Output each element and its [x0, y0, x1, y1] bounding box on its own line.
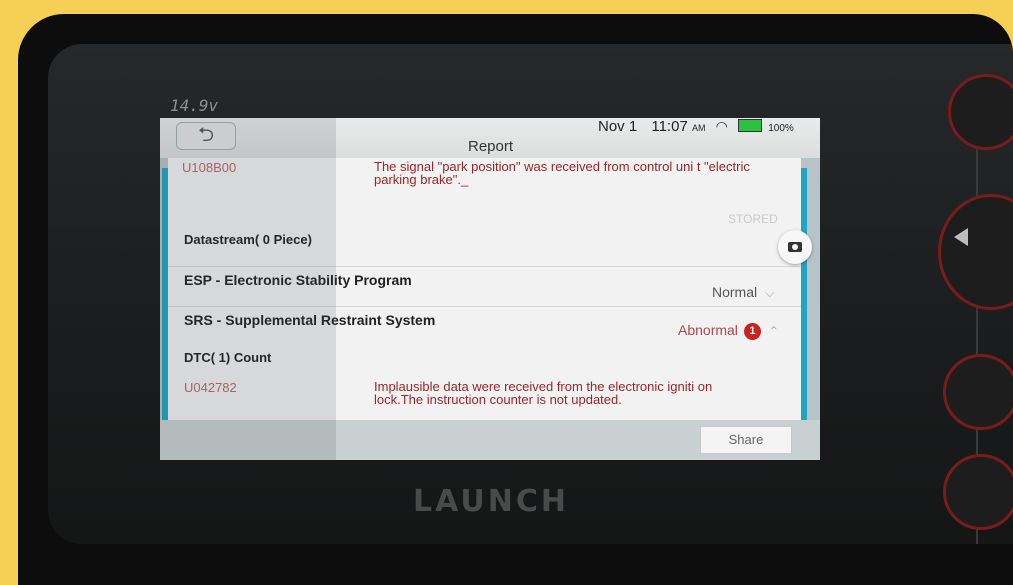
dtc-description: The signal "park position" was received …	[374, 159, 750, 187]
battery-icon	[738, 119, 763, 132]
system-name: ESP - Electronic Stability Program	[184, 272, 412, 288]
accent-bar-right	[801, 168, 807, 428]
dtc-code: U108B00	[182, 160, 237, 175]
system-status-text: Abnormal	[678, 322, 738, 338]
dtc-description: Implausible data were received from the …	[374, 379, 713, 407]
status-date: Nov 1	[598, 118, 638, 135]
battery-percent: 100%	[768, 123, 794, 134]
back-button[interactable]: ⮌	[176, 122, 236, 150]
system-status: Abnormal 1 ⌃	[678, 322, 779, 340]
tablet-screen: ⮌ Nov 1 11:07 AM ◠ 100% Report U108B00 T…	[160, 118, 820, 460]
voltage-readout: 14.9v	[170, 96, 219, 115]
hardware-button-bottom[interactable]	[943, 454, 1013, 530]
dtc-code: U042782	[184, 380, 237, 395]
status-ampm: AM	[691, 123, 706, 133]
screenshot-button[interactable]	[778, 230, 812, 264]
dtc-count-label: DTC( 1) Count	[184, 350, 272, 365]
left-arrow-icon	[954, 228, 968, 246]
report-content[interactable]: U108B00 The signal "park position" was r…	[168, 158, 801, 420]
system-row-esp[interactable]: ESP - Electronic Stability Program Norma…	[168, 266, 801, 304]
top-bar: ⮌ Nov 1 11:07 AM ◠ 100% Report	[160, 118, 820, 158]
system-status: Normal ⌵	[712, 284, 774, 301]
hardware-button-middle[interactable]	[943, 354, 1013, 430]
fault-count-badge: 1	[743, 323, 761, 340]
status-bar: Nov 1 11:07 AM ◠ 100%	[598, 118, 794, 135]
system-name: SRS - Supplemental Restraint System	[184, 312, 436, 328]
chevron-up-icon: ⌃	[768, 324, 779, 338]
camera-lens	[792, 244, 798, 250]
chevron-down-icon: ⌵	[765, 286, 775, 300]
system-row-srs[interactable]: SRS - Supplemental Restraint System Abno…	[168, 306, 801, 346]
brand-logo: LAUNCH	[413, 484, 570, 519]
datastream-label: Datastream( 0 Piece)	[184, 232, 312, 247]
status-time: 11:07	[651, 118, 688, 135]
share-button[interactable]: Share	[700, 426, 792, 454]
system-status-text: Normal	[712, 284, 758, 300]
back-arrow-icon: ⮌	[197, 124, 215, 146]
dtc-state: STORED	[728, 212, 778, 226]
wifi-icon: ◠	[715, 118, 728, 134]
page-title: Report	[468, 138, 514, 155]
